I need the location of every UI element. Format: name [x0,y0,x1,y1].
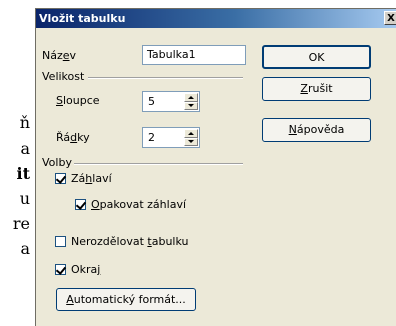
dialog-titlebar[interactable]: Vložit tabulku X [36,9,396,28]
cancel-button[interactable]: Zrušit [262,77,371,101]
header-checkbox-label[interactable]: Záhlaví [71,172,112,185]
rows-spinbox[interactable]: 2 [142,127,200,148]
size-group-label: Velikost [42,70,85,83]
header-checkbox[interactable] [55,173,67,184]
columns-label: Sloupce [56,94,100,107]
spin-up-icon[interactable] [184,129,198,138]
repeat-header-checkbox[interactable] [75,199,87,210]
border-checkbox[interactable] [55,264,67,275]
columns-spinbox[interactable]: 5 [142,91,200,112]
rows-value: 2 [148,131,155,144]
background-text-line: ň [19,113,30,132]
close-icon[interactable]: X [384,11,396,25]
checkmark-icon [75,199,87,210]
border-checkbox-label[interactable]: Okraj [71,263,100,276]
dont-split-table-checkbox-label[interactable]: Nerozdělovat tabulku [71,235,188,248]
columns-value: 5 [148,95,155,108]
checkmark-icon [55,173,67,184]
dont-split-table-checkbox[interactable] [55,236,66,247]
options-group-label: Volby [42,156,72,169]
background-text-line: a [20,239,30,258]
options-group-divider [74,163,243,165]
background-text-line: a [20,139,30,158]
background-document-text: ň a it u re a [0,0,34,326]
background-text-line: u [19,189,30,208]
rows-label: Řádky [56,131,90,144]
name-label: Název [42,49,77,62]
dialog-title: Vložit tabulku [39,12,126,25]
insert-table-dialog: Vložit tabulku X Název Tabulka1 Velikost… [35,8,396,326]
spin-down-icon[interactable] [184,101,198,110]
autoformat-button[interactable]: Automatický formát... [56,288,196,311]
spin-down-icon[interactable] [184,137,198,146]
checkmark-icon [55,264,67,275]
help-button[interactable]: Nápověda [262,118,371,142]
table-name-input[interactable]: Tabulka1 [142,45,246,65]
spin-up-icon[interactable] [184,93,198,102]
size-group-divider [88,77,243,79]
ok-button[interactable]: OK [262,45,371,69]
background-text-line: re [12,214,30,233]
repeat-header-checkbox-label[interactable]: Opakovat záhlaví [91,198,186,211]
background-text-line: it [16,164,30,183]
